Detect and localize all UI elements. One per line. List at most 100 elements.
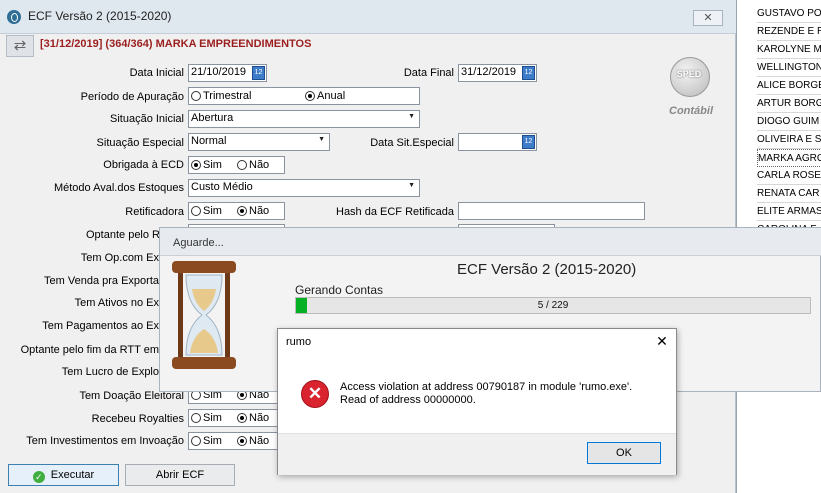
- obrigada-ecd-nao-radio[interactable]: Não: [237, 159, 269, 171]
- hourglass-icon: [172, 261, 236, 369]
- obrigada-ecd-label: Obrigada à ECD: [103, 159, 184, 171]
- periodo-trimestral-radio[interactable]: Trimestral: [191, 90, 251, 102]
- situacao-especial-select[interactable]: Normal: [188, 133, 330, 151]
- situacao-especial-label: Situação Especial: [96, 137, 184, 149]
- metodo-aval-value: Custo Médio: [191, 181, 253, 193]
- swap-arrows-icon[interactable]: ⇄: [6, 35, 34, 57]
- radio-selected-icon: [237, 206, 247, 216]
- radio-selected-icon: [237, 436, 247, 446]
- list-item-selected[interactable]: MARKA AGRO: [757, 149, 821, 167]
- list-item[interactable]: ARTUR BORG: [757, 95, 821, 113]
- retificadora-nao-radio[interactable]: Não: [237, 205, 269, 217]
- data-final-label: Data Final: [403, 67, 454, 79]
- tem-investimentos-nao-radio[interactable]: Não: [237, 435, 269, 447]
- radio-label: Não: [249, 205, 270, 217]
- hash-ecf-field[interactable]: [458, 202, 645, 220]
- radio-selected-icon: [237, 413, 247, 423]
- radio-label: Sim: [203, 205, 222, 217]
- tem-lucro-label: Tem Lucro de Explo: [61, 366, 159, 378]
- optante-rtt-label: Optante pelo fim da RTT em: [20, 344, 159, 356]
- ok-button[interactable]: OK: [587, 442, 661, 464]
- data-final-field[interactable]: 31/12/2019 12: [458, 64, 537, 82]
- progress-heading: ECF Versão 2 (2015-2020): [457, 261, 637, 278]
- radio-icon: [191, 206, 201, 216]
- metodo-aval-label: Método Aval.dos Estoques: [53, 182, 184, 194]
- retificadora-sim-radio[interactable]: Sim: [191, 205, 222, 217]
- list-item[interactable]: ALICE BORGE: [757, 77, 821, 95]
- radio-icon: [191, 413, 201, 423]
- list-item[interactable]: REZENDE E R: [757, 23, 821, 41]
- logo-caption: Contábil: [669, 105, 713, 117]
- tem-investimentos-label: Tem Investimentos em Invoação: [26, 435, 184, 447]
- error-icon: ✕: [301, 380, 329, 408]
- data-inicial-field[interactable]: 21/10/2019 12: [188, 64, 267, 82]
- executar-label: Executar: [50, 469, 95, 481]
- data-inicial-value: 21/10/2019: [191, 66, 247, 78]
- company-heading: [31/12/2019] (364/364) MARKA EMPREENDIME…: [40, 38, 312, 50]
- data-sit-especial-label: Data Sit.Especial: [370, 137, 454, 149]
- error-dialog-title: rumo: [286, 336, 312, 348]
- situacao-inicial-value: Abertura: [191, 112, 234, 124]
- periodo-radio-group: Trimestral Anual: [188, 87, 420, 105]
- radio-label: Não: [249, 412, 270, 424]
- radio-icon: [237, 160, 247, 170]
- situacao-especial-value: Normal: [191, 135, 227, 147]
- progress-dialog-titlebar: Aguarde...: [160, 228, 821, 256]
- radio-label: Sim: [203, 435, 222, 447]
- radio-icon: [191, 436, 201, 446]
- close-window-button[interactable]: ✕: [693, 10, 723, 26]
- periodo-anual-radio[interactable]: Anual: [305, 90, 345, 102]
- tem-op-com-label: Tem Op.com Ex: [80, 252, 159, 264]
- hash-ecf-label: Hash da ECF Retificada: [336, 206, 454, 218]
- radio-selected-icon: [305, 91, 315, 101]
- calendar-icon[interactable]: 12: [522, 66, 535, 80]
- progress-bar: 5 / 229: [295, 297, 811, 314]
- metodo-aval-select[interactable]: Custo Médio: [188, 179, 420, 197]
- obrigada-ecd-sim-radio[interactable]: Sim: [191, 159, 222, 171]
- list-item[interactable]: WELLINGTON: [757, 59, 821, 77]
- recebeu-royalties-sim-radio[interactable]: Sim: [191, 412, 222, 424]
- retificadora-label: Retificadora: [125, 206, 184, 218]
- tem-investimentos-radio-group: Sim Não: [188, 432, 285, 450]
- radio-label: Não: [249, 159, 270, 171]
- list-item[interactable]: OLIVEIRA E S: [757, 131, 821, 149]
- periodo-label: Período de Apuração: [80, 91, 184, 103]
- list-item[interactable]: KAROLYNE M: [757, 41, 821, 59]
- tem-venda-label: Tem Venda pra Exporta: [44, 275, 159, 287]
- radio-label: Não: [249, 435, 270, 447]
- list-item[interactable]: ELITE ARMAS: [757, 203, 821, 221]
- tem-investimentos-sim-radio[interactable]: Sim: [191, 435, 222, 447]
- error-message: Access violation at address 00790187 in …: [340, 381, 660, 407]
- data-final-value: 31/12/2019: [461, 66, 517, 78]
- radio-label: Trimestral: [203, 90, 252, 102]
- calendar-icon[interactable]: 12: [252, 66, 265, 80]
- radio-icon: [191, 91, 201, 101]
- abrir-ecf-button[interactable]: Abrir ECF: [125, 464, 235, 486]
- situacao-inicial-select[interactable]: Abertura: [188, 110, 420, 128]
- tem-pagamentos-label: Tem Pagamentos ao Ex: [42, 320, 159, 332]
- progress-dialog-title: Aguarde...: [173, 237, 224, 249]
- recebeu-royalties-label: Recebeu Royalties: [91, 413, 184, 425]
- logo-sped-text: SPED: [676, 69, 702, 79]
- radio-label: Sim: [203, 412, 222, 424]
- tem-ativos-label: Tem Ativos no Ex: [74, 297, 159, 309]
- list-item[interactable]: CARLA ROSE: [757, 167, 821, 185]
- retificadora-radio-group: Sim Não: [188, 202, 285, 220]
- recebeu-royalties-radio-group: Sim Não: [188, 409, 285, 427]
- recebeu-royalties-nao-radio[interactable]: Não: [237, 412, 269, 424]
- check-icon: ✓: [32, 471, 45, 483]
- situacao-inicial-label: Situação Inicial: [110, 113, 184, 125]
- app-icon: [7, 10, 21, 24]
- data-sit-especial-field[interactable]: 12: [458, 133, 537, 151]
- list-item[interactable]: GUSTAVO PO: [757, 5, 821, 23]
- list-item[interactable]: DIOGO GUIM: [757, 113, 821, 131]
- progress-text: 5 / 229: [537, 300, 569, 311]
- calendar-icon[interactable]: 12: [522, 135, 535, 149]
- executar-button[interactable]: ✓ Executar: [8, 464, 119, 486]
- error-message-line1: Access violation at address 00790187 in …: [340, 381, 633, 393]
- close-icon[interactable]: ✕: [653, 333, 671, 350]
- error-message-line2: Read of address 00000000.: [340, 394, 476, 406]
- obrigada-ecd-radio-group: Sim Não: [188, 156, 285, 174]
- radio-label: Sim: [203, 159, 222, 171]
- list-item[interactable]: RENATA CAR: [757, 185, 821, 203]
